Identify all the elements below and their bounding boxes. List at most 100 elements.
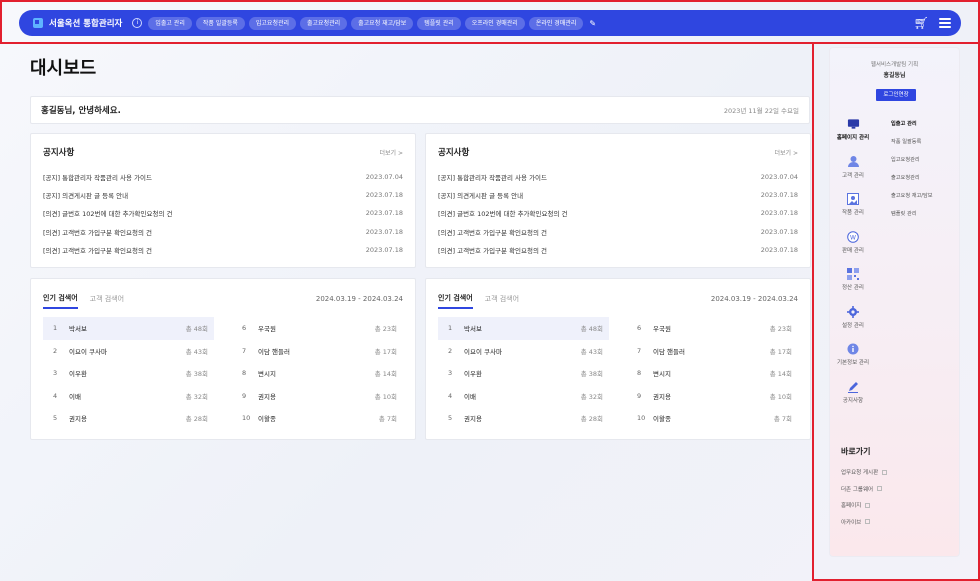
side-menu-label: 정산 관리 [842, 285, 864, 291]
ranking-item[interactable]: 5 권지용 총 28회 [43, 407, 214, 430]
notice-row[interactable]: [의견] 고객번호 가입구분 확인요청의 건 2023.07.18 [438, 223, 798, 241]
quick-link-groupware[interactable]: 더존 그룹웨어 [841, 481, 887, 498]
submenu-item-template[interactable]: 템플릿 관리 [891, 210, 933, 228]
notice-more-link[interactable]: 더보기 > [380, 148, 404, 157]
rank-keyword: 우국원 [258, 325, 276, 334]
submenu-item-inout[interactable]: 입출고 관리 [891, 120, 933, 138]
quick-link-label: 업무요청 게시판 [841, 470, 879, 477]
notice-row[interactable]: [의견] 글번호 102번에 대한 추가확인요청의 건 2023.07.18 [43, 204, 403, 222]
ranking-item[interactable]: 3 이우환 총 38회 [43, 362, 214, 385]
ranking-item[interactable]: 5 권지용 총 28회 [438, 407, 609, 430]
quick-link-label: 더존 그룹웨어 [841, 486, 874, 493]
notice-row[interactable]: [의견] 고객번호 가입구분 확인요청의 건 2023.07.18 [43, 241, 403, 259]
rank-number: 4 [448, 391, 453, 400]
notice-text: [공지] 통합관리자 작품관리 사용 가이드 [43, 174, 153, 183]
rank-number: 6 [637, 324, 642, 333]
ranking-item[interactable]: 10 이왈종 총 7회 [232, 407, 403, 430]
rank-number: 3 [53, 369, 58, 378]
rank-number: 9 [242, 391, 247, 400]
nav-pill-online-auction[interactable]: 온라인 경매관리 [528, 16, 584, 30]
ranking-item[interactable]: 2 이요이 쿠사마 총 43회 [43, 340, 214, 363]
nav-pill-offline-auction[interactable]: 오프라인 경매관리 [464, 16, 525, 30]
nav-pill-inbound-request[interactable]: 입고요청관리 [248, 16, 297, 30]
ranking-column: 1 박서보 총 48회 2 이요이 쿠사마 총 43회 3 이우환 총 38회 4 이배 총 3… [43, 317, 214, 430]
notice-text: [의견] 글번호 102번에 대한 추가확인요청의 건 [438, 210, 568, 219]
tab-popular-search[interactable]: 인기 검색어 [43, 293, 78, 309]
ranking-item[interactable]: 10 이왈종 총 7회 [627, 407, 798, 430]
notice-date: 2023.07.18 [365, 227, 403, 236]
notice-row[interactable]: [공지] 통합관리자 작품관리 사용 가이드 2023.07.04 [438, 168, 798, 186]
rank-number: 3 [448, 369, 453, 378]
notice-date: 2023.07.18 [365, 209, 403, 218]
nav-pill-outbound-stock[interactable]: 출고요청 재고/담보 [351, 16, 414, 30]
hamburger-menu-icon[interactable] [939, 18, 951, 28]
tab-customer-search[interactable]: 고객 검색어 [90, 294, 124, 308]
gear-icon [847, 305, 860, 318]
ranking-item[interactable]: 6 우국원 총 23회 [232, 317, 403, 340]
app-title[interactable]: 서울옥션 통합관리자 [49, 17, 122, 29]
ranking-item[interactable]: 4 이배 총 32회 [438, 385, 609, 408]
side-menu-customer[interactable]: 고객 관리 [830, 156, 876, 194]
nav-pill-outbound-request[interactable]: 출고요청관리 [300, 16, 348, 30]
side-menu-homepage[interactable]: 홈페이지 관리 [830, 118, 876, 156]
submenu-item-outbound-stock[interactable]: 출고요청 재고/담보 [891, 192, 933, 210]
ranking-item[interactable]: 9 권지용 총 10회 [627, 385, 798, 408]
ranking-item[interactable]: 7 이담 핸들러 총 17회 [627, 340, 798, 363]
ranking-item[interactable]: 7 이담 핸들러 총 17회 [232, 340, 403, 363]
side-menu-settings[interactable]: 설정 관리 [830, 305, 876, 344]
ranking-item[interactable]: 8 변시지 총 14회 [232, 362, 403, 385]
notice-row[interactable]: [공지] 의견게시판 글 등록 안내 2023.07.18 [43, 186, 403, 204]
notice-text: [의견] 고객번호 가입구분 확인요청의 건 [43, 228, 153, 237]
ranking-item[interactable]: 1 박서보 총 48회 [43, 317, 214, 340]
ranking-item[interactable]: 8 변시지 총 14회 [627, 362, 798, 385]
rank-count: 총 10회 [374, 392, 397, 401]
ranking-item[interactable]: 6 우국원 총 23회 [627, 317, 798, 340]
rank-count: 총 43회 [185, 347, 208, 356]
tab-popular-search[interactable]: 인기 검색어 [438, 293, 473, 309]
quick-link-request-board[interactable]: 업무요청 게시판 [841, 464, 888, 481]
submenu-item-bulk-register[interactable]: 작품 일괄등록 [891, 138, 933, 156]
notice-row[interactable]: [공지] 의견게시판 글 등록 안내 2023.07.18 [438, 186, 798, 204]
date-range: 2024.03.19 - 2024.03.24 [315, 295, 403, 303]
app-logo-icon[interactable] [33, 18, 43, 28]
quick-link-homepage[interactable]: 홈페이지 [841, 497, 887, 514]
quick-link-archive[interactable]: 아카이브 [841, 514, 887, 531]
user-icon [847, 156, 860, 168]
notice-row[interactable]: [의견] 고객번호 가입구분 확인요청의 건 2023.07.18 [438, 241, 798, 259]
side-menu-artwork[interactable]: 작품 관리 [830, 193, 876, 231]
side-menu-label: 고객 관리 [842, 172, 864, 179]
side-menu-settlement[interactable]: 정산 관리 [830, 268, 876, 306]
side-menu-notice[interactable]: 공지사항 [830, 381, 876, 419]
ranking-item[interactable]: 1 박서보 총 48회 [438, 317, 609, 340]
side-menu-sales[interactable]: W 판매 관리 [830, 230, 876, 269]
notice-row[interactable]: [의견] 글번호 102번에 대한 추가확인요청의 건 2023.07.18 [438, 204, 798, 222]
cart-icon[interactable]: 🛒︎ [914, 16, 929, 30]
side-panel: 웹서비스개발팀 기획 홍길동님 로그인연장 홈페이지 관리 고객 관리 작품 관… [829, 47, 960, 557]
login-extend-button[interactable]: 로그인연장 [876, 89, 916, 101]
notice-row[interactable]: [의견] 고객번호 가입구분 확인요청의 건 2023.07.18 [43, 223, 403, 241]
top-bar: 서울옥션 통합관리자 i 입출고 관리 작품 일괄등록 입고요청관리 출고요청관… [19, 10, 961, 36]
ranking-item[interactable]: 4 이배 총 32회 [43, 385, 214, 408]
submenu-item-inbound-request[interactable]: 입고요청관리 [891, 156, 933, 174]
edit-icon[interactable]: ✎ [589, 19, 596, 28]
notice-row[interactable]: [공지] 통합관리자 작품관리 사용 가이드 2023.07.04 [43, 168, 403, 186]
rank-number: 4 [53, 391, 58, 400]
rank-keyword: 이왈종 [258, 415, 276, 424]
nav-pill-bulk-register[interactable]: 작품 일괄등록 [195, 16, 245, 30]
side-menu-basic-info[interactable]: 기본정보 관리 [830, 343, 876, 381]
ranking-item[interactable]: 9 권지용 총 10회 [232, 385, 403, 408]
external-link-icon [865, 502, 871, 508]
tab-customer-search[interactable]: 고객 검색어 [485, 294, 519, 308]
info-icon[interactable]: i [132, 18, 143, 28]
rank-number: 6 [242, 324, 247, 333]
notice-title: 공지사항 [438, 148, 470, 158]
rank-keyword: 우국원 [653, 325, 671, 334]
rank-count: 총 48회 [185, 325, 208, 334]
notice-more-link[interactable]: 더보기 > [775, 148, 799, 157]
ranking-item[interactable]: 2 이요이 쿠사마 총 43회 [438, 340, 609, 363]
submenu-item-outbound-request[interactable]: 출고요청관리 [891, 174, 933, 192]
nav-pill-template[interactable]: 템플릿 관리 [417, 16, 461, 30]
ranking-item[interactable]: 3 이우환 총 38회 [438, 362, 609, 385]
rank-keyword: 이담 핸들러 [653, 347, 685, 356]
nav-pill-inout[interactable]: 입출고 관리 [148, 16, 192, 30]
